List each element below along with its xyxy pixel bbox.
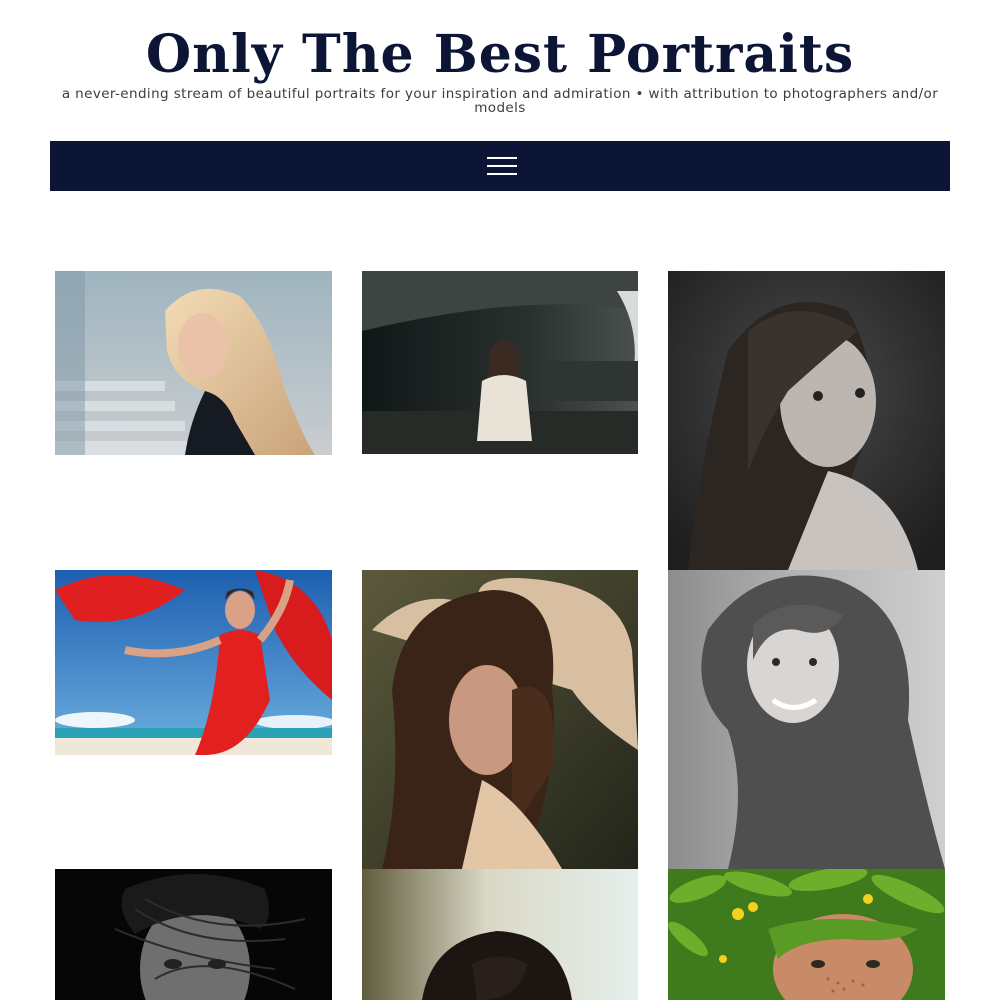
gallery-photo[interactable] <box>668 570 945 869</box>
gallery-photo[interactable] <box>362 869 638 1000</box>
portrait-image <box>55 869 332 1000</box>
portrait-image <box>55 271 332 455</box>
navigation-bar <box>50 141 950 191</box>
portrait-image <box>362 869 638 1000</box>
gallery-photo[interactable] <box>55 271 332 455</box>
gallery-photo[interactable] <box>55 570 332 755</box>
portrait-image <box>362 271 638 454</box>
portrait-image <box>668 570 945 869</box>
site-title[interactable]: Only The Best Portraits <box>0 24 1000 86</box>
gallery-photo[interactable] <box>362 570 638 869</box>
gallery-photo[interactable] <box>362 271 638 454</box>
gallery-photo[interactable] <box>668 271 945 570</box>
gallery-photo[interactable] <box>668 869 945 1000</box>
portrait-image <box>362 570 638 869</box>
portrait-image <box>668 271 945 570</box>
portrait-image <box>55 570 332 755</box>
hamburger-menu-icon[interactable] <box>487 155 517 177</box>
gallery-photo[interactable] <box>55 869 332 1000</box>
portrait-image <box>668 869 945 1000</box>
site-tagline: a never-ending stream of beautiful portr… <box>61 86 939 116</box>
